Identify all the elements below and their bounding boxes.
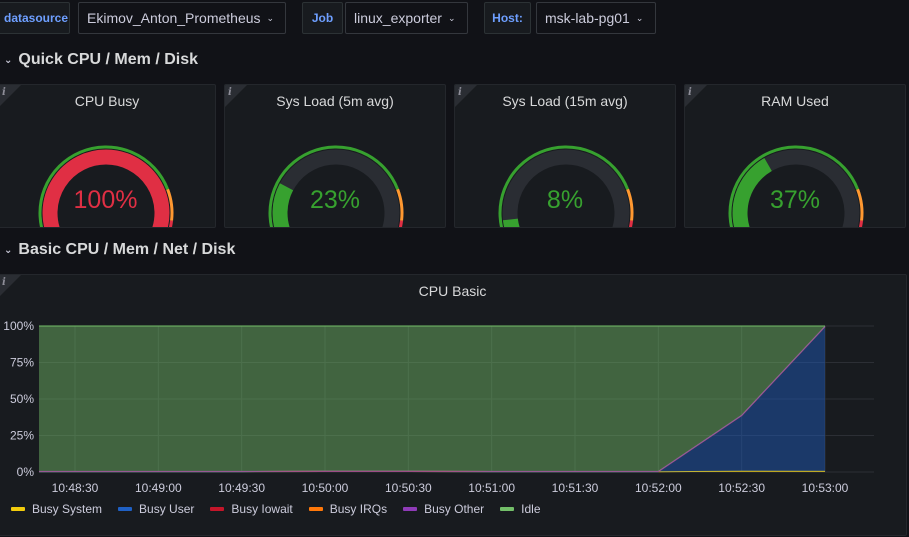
host-variable-label: Host: (484, 2, 531, 34)
legend-swatch (403, 507, 418, 511)
x-tick-label: 10:49:30 (218, 481, 265, 495)
panel-sys-load-5m: i Sys Load (5m avg) 23% (224, 84, 446, 228)
row-title: Basic CPU / Mem / Net / Disk (18, 241, 236, 258)
y-tick-label: 50% (10, 392, 34, 406)
legend-swatch (500, 507, 515, 511)
x-tick-label: 10:51:00 (468, 481, 515, 495)
legend-item[interactable]: Idle (500, 502, 541, 516)
legend-item[interactable]: Busy IRQs (308, 502, 388, 516)
job-value: linux_exporter (354, 10, 442, 26)
x-tick-label: 10:52:00 (635, 481, 682, 495)
legend-item[interactable]: Busy User (118, 502, 194, 516)
job-variable-label: Job (302, 2, 343, 34)
x-tick-label: 10:50:00 (302, 481, 349, 495)
y-tick-label: 75% (10, 356, 34, 370)
gauge-value: 8% (546, 186, 584, 214)
legend-label: Idle (521, 502, 541, 516)
datasource-value: Ekimov_Anton_Prometheus (87, 10, 261, 26)
row-quick-cpu-mem-disk[interactable]: ⌄ Quick CPU / Mem / Disk (0, 47, 198, 73)
chevron-down-icon: ⌄ (447, 13, 456, 23)
legend-item[interactable]: Busy System (11, 502, 102, 516)
legend-item[interactable]: Busy Iowait (210, 502, 293, 516)
legend-label: Busy Other (424, 502, 485, 516)
legend-label: Busy System (32, 502, 103, 516)
legend-label: Busy IRQs (329, 502, 388, 516)
host-select[interactable]: msk-lab-pg01 ⌄ (536, 2, 656, 34)
chevron-down-icon: ⌄ (4, 54, 13, 66)
host-value: msk-lab-pg01 (545, 10, 630, 26)
panel-cpu-busy: i CPU Busy 100% (0, 84, 216, 228)
legend-swatch (210, 507, 225, 511)
gauge-value: 37% (769, 186, 821, 214)
row-title: Quick CPU / Mem / Disk (18, 51, 198, 68)
legend-swatch (11, 507, 25, 511)
legend-swatch (308, 507, 323, 511)
chevron-down-icon: ⌄ (266, 13, 275, 23)
row-basic-cpu-mem-net-disk[interactable]: ⌄ Basic CPU / Mem / Net / Disk (0, 237, 235, 263)
job-select[interactable]: linux_exporter ⌄ (345, 2, 468, 34)
x-tick-label: 10:50:30 (385, 481, 432, 495)
y-tick-label: 0% (17, 465, 35, 479)
legend-item[interactable]: Busy Other (403, 502, 484, 516)
x-tick-label: 10:52:30 (718, 481, 765, 495)
legend-label: Busy Iowait (231, 502, 293, 516)
datasource-select[interactable]: Ekimov_Anton_Prometheus ⌄ (78, 2, 286, 34)
x-tick-label: 10:49:00 (135, 481, 182, 495)
gauge-value: 23% (309, 186, 361, 214)
panel-cpu-basic: i CPU Basic 0% 25% 50% 75% 100% 10:48:30 10:49… (0, 274, 907, 536)
y-tick-label: 25% (10, 429, 34, 443)
panel-sys-load-15m: i Sys Load (15m avg) 8% (454, 84, 676, 228)
x-tick-label: 10:53:00 (802, 481, 849, 495)
chevron-down-icon: ⌄ (4, 244, 13, 256)
chart-legend: Busy System Busy User Busy Iowait Busy IRQs… (11, 502, 541, 516)
gauge-value-arc (502, 218, 520, 227)
variable-bar: datasource Ekimov_Anton_Prometheus ⌄ Job… (0, 0, 909, 36)
legend-label: Busy User (139, 502, 195, 516)
datasource-variable-label: datasource (0, 2, 70, 34)
chevron-down-icon: ⌄ (635, 13, 644, 23)
legend-swatch (118, 507, 133, 511)
panel-ram-used: i RAM Used 37% (684, 84, 906, 228)
x-tick-label: 10:48:30 (52, 481, 99, 495)
y-tick-label: 100% (3, 319, 34, 333)
x-tick-label: 10:51:30 (552, 481, 599, 495)
cpu-basic-chart: 0% 25% 50% 75% 100% 10:48:30 10:49:00 10:49:30 1… (3, 319, 874, 495)
gauge-value: 100% (73, 186, 138, 214)
